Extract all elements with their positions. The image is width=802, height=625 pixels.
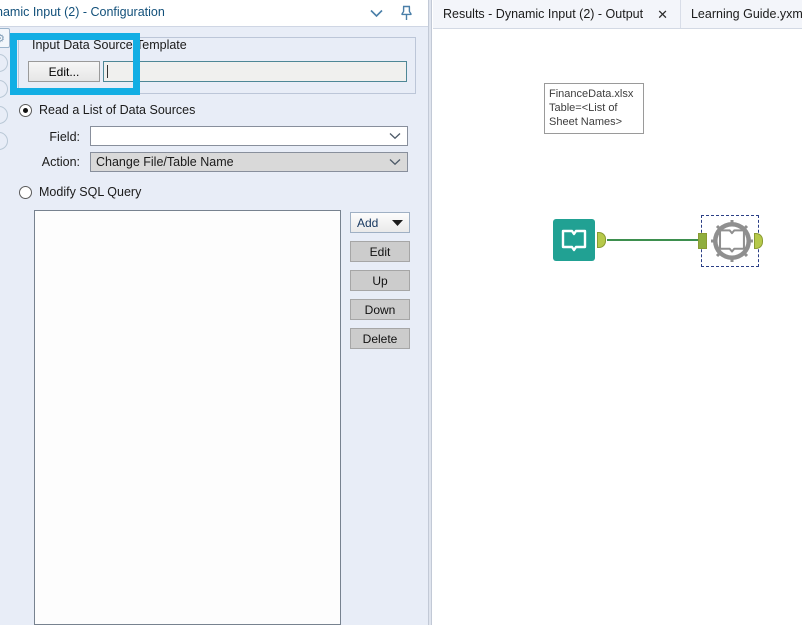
input-anchor[interactable]: [698, 233, 707, 249]
close-icon[interactable]: ✕: [657, 8, 668, 21]
radio-indicator-read[interactable]: [19, 103, 32, 117]
annotation-line-3: Sheet Names>: [549, 116, 623, 128]
annotation-line-2: Table=<List of: [549, 102, 618, 114]
output-anchor[interactable]: [597, 232, 606, 248]
tab-strip: Results - Dynamic Input (2) - Output ✕ L…: [433, 0, 802, 29]
rail-circle-icon-1[interactable]: [0, 54, 8, 72]
move-up-button[interactable]: Up: [350, 270, 410, 291]
edit-template-button[interactable]: Edit...: [28, 61, 100, 82]
configuration-panel: namic Input (2) - Configuration ⚙ Input …: [0, 0, 428, 625]
radio-modify-sql-query[interactable]: Modify SQL Query: [19, 185, 141, 199]
configuration-panel-header: namic Input (2) - Configuration: [0, 0, 428, 27]
rail-gear-icon[interactable]: ⚙: [0, 28, 10, 48]
move-down-button[interactable]: Down: [350, 299, 410, 320]
rail-circle-icon-2[interactable]: [0, 80, 8, 98]
action-label: Action:: [41, 155, 80, 169]
add-button[interactable]: Add: [350, 212, 410, 233]
edit-button[interactable]: Edit: [350, 241, 410, 262]
panel-splitter[interactable]: [428, 0, 432, 625]
rail-circle-icon-4[interactable]: [0, 132, 8, 150]
tool-rail: ⚙: [0, 28, 12, 178]
template-path-input[interactable]: [103, 61, 407, 82]
radio-label-sql: Modify SQL Query: [39, 185, 142, 199]
tab-learning-guide[interactable]: Learning Guide.yxmd ✕: [680, 0, 802, 28]
node-annotation-label[interactable]: FinanceData.xlsx Table=<List of Sheet Na…: [544, 83, 644, 134]
chevron-down-icon: [389, 153, 401, 171]
radio-indicator-sql[interactable]: [19, 185, 32, 199]
dynamic-input-tool-node[interactable]: [698, 215, 763, 267]
page-title: namic Input (2) - Configuration: [0, 5, 165, 19]
group-legend: Input Data Source Template: [28, 38, 191, 52]
tab-label: Learning Guide.yxmd: [690, 7, 802, 21]
gear-book-icon: [711, 220, 753, 262]
chevron-down-icon: [389, 127, 401, 145]
connection-line[interactable]: [607, 239, 703, 241]
radio-label-read: Read a List of Data Sources: [39, 103, 196, 117]
field-select[interactable]: [90, 126, 408, 146]
add-button-label: Add: [357, 215, 379, 230]
chevron-down-icon: [391, 213, 404, 232]
field-label: Field:: [49, 130, 80, 144]
annotation-line-1: FinanceData.xlsx: [549, 88, 634, 100]
rail-circle-icon-3[interactable]: [0, 106, 8, 124]
action-select[interactable]: Change File/Table Name: [90, 152, 408, 172]
action-select-value: Change File/Table Name: [96, 155, 234, 169]
output-anchor[interactable]: [754, 233, 763, 249]
input-data-tool-node[interactable]: [553, 219, 606, 261]
book-icon: [553, 219, 595, 261]
delete-button[interactable]: Delete: [350, 328, 410, 349]
workflow-canvas[interactable]: FinanceData.xlsx Table=<List of Sheet Na…: [433, 29, 802, 625]
chevron-down-icon[interactable]: [366, 3, 386, 23]
pin-icon[interactable]: [396, 3, 416, 23]
data-sources-list[interactable]: [34, 210, 341, 625]
tab-results-dynamic-input-output[interactable]: Results - Dynamic Input (2) - Output ✕: [433, 0, 681, 28]
radio-read-list-of-data-sources[interactable]: Read a List of Data Sources: [19, 103, 195, 117]
tab-label: Results - Dynamic Input (2) - Output: [443, 7, 644, 21]
text-cursor: [107, 65, 108, 78]
workflow-pane: Results - Dynamic Input (2) - Output ✕ L…: [433, 0, 802, 625]
